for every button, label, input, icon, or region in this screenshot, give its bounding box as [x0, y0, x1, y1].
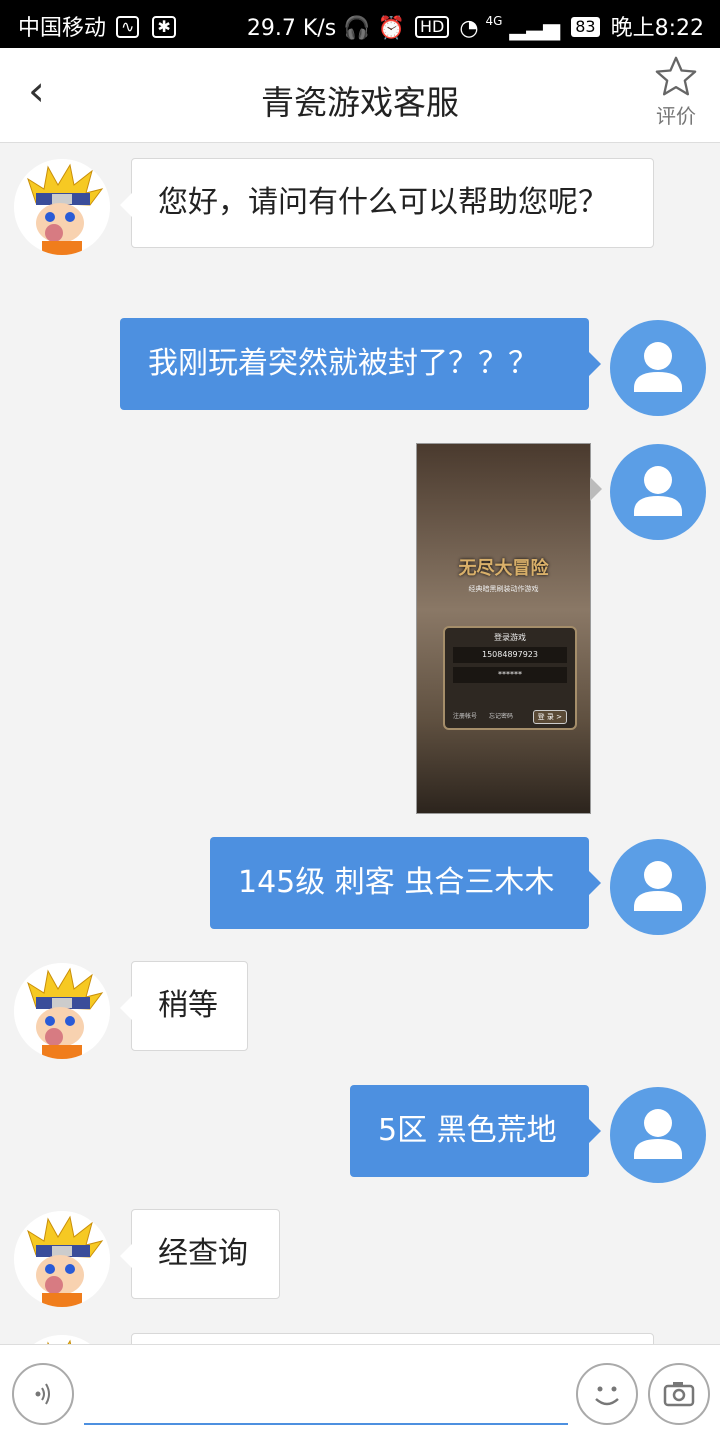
network-type: 4G [485, 14, 503, 28]
user-message: 我刚玩着突然就被封了？？？ [120, 318, 601, 410]
user-avatar [610, 839, 706, 935]
message-input[interactable] [84, 1369, 568, 1425]
user-silhouette-icon [634, 1109, 682, 1159]
password-field: ****** [453, 667, 567, 683]
agent-message: 经查询 [120, 1209, 280, 1299]
account-field: 15084897923 [453, 647, 567, 663]
image-message[interactable]: 无尽大冒险 经典暗黑刷装动作游戏 登录游戏 15084897923 ******… [416, 443, 591, 814]
agent-message-partial [131, 1333, 654, 1344]
message-text: 经查询 [158, 1236, 248, 1271]
user-message: 5区 黑色荒地 [350, 1085, 601, 1177]
activity-icon: ∿ [116, 16, 140, 38]
notification-icon: ✱ [152, 16, 176, 38]
signal-icon: ▂▃▅ [509, 16, 561, 41]
login-button: 登 录 > [532, 710, 567, 724]
page-title: 青瓷游戏客服 [261, 83, 459, 122]
naruto-avatar-icon [34, 1335, 90, 1344]
voice-icon [35, 1383, 50, 1405]
user-silhouette-icon [634, 861, 682, 911]
agent-avatar [14, 159, 110, 255]
user-avatar [610, 1087, 706, 1183]
naruto-avatar-icon [14, 159, 110, 255]
rate-label: 评价 [656, 104, 696, 128]
game-title: 无尽大冒险 [458, 558, 549, 579]
emoji-button[interactable] [576, 1363, 638, 1425]
hd-icon: HD [414, 16, 450, 38]
message-text: 145级 刺客 虫合三木木 [238, 865, 555, 900]
agent-avatar [14, 963, 110, 1059]
headphones-icon: 🎧 [343, 16, 371, 41]
wifi-icon: ◔ [459, 16, 479, 41]
smiley-icon [595, 1386, 619, 1406]
star-icon [655, 56, 697, 96]
alarm-icon: ⏰ [377, 16, 405, 41]
user-silhouette-icon [634, 466, 682, 516]
status-left: 中国移动 ∿ ✱ [18, 10, 179, 42]
camera-icon [663, 1382, 695, 1407]
user-avatar [610, 444, 706, 540]
login-panel: 登录游戏 15084897923 ****** 注册帐号 忘记密码 登 录 > [443, 626, 577, 730]
camera-button[interactable] [648, 1363, 710, 1425]
register-link: 注册帐号 [453, 713, 478, 720]
message-text: 5区 黑色荒地 [378, 1113, 557, 1148]
game-subtitle: 经典暗黑刷装动作游戏 [468, 585, 539, 593]
carrier-label: 中国移动 [18, 16, 107, 41]
agent-avatar [14, 1211, 110, 1307]
network-speed: 29.7 K/s [246, 16, 337, 41]
clock: 晚上8:22 [610, 16, 704, 41]
agent-message: 您好，请问有什么可以帮助您呢？ [120, 158, 654, 248]
naruto-avatar-icon [14, 1211, 110, 1307]
title-bar: ‹ 青瓷游戏客服 评价 [0, 48, 720, 143]
voice-button[interactable] [12, 1363, 74, 1425]
agent-message: 稍等 [120, 961, 248, 1051]
status-bar: 中国移动 ∿ ✱ 29.7 K/s 🎧 ⏰ HD ◔ 4G ▂▃▅ 83 晚上8… [0, 0, 720, 48]
message-text: 稍等 [158, 988, 218, 1023]
battery-icon: 83 [571, 17, 600, 37]
agent-avatar [14, 1335, 110, 1344]
message-text: 我刚玩着突然就被封了？？？ [148, 346, 538, 381]
user-message: 145级 刺客 虫合三木木 [210, 837, 601, 929]
chat-area[interactable]: 您好，请问有什么可以帮助您呢？ 我刚玩着突然就被封了？？？ 无尽大冒险 经典暗黑… [0, 143, 720, 1344]
input-bar [0, 1344, 720, 1441]
forgot-link: 忘记密码 [489, 713, 514, 720]
image-tail [590, 477, 602, 501]
rate-button[interactable]: 评价 [650, 54, 702, 129]
user-silhouette-icon [634, 342, 682, 392]
naruto-avatar-icon [14, 963, 110, 1059]
login-title: 登录游戏 [494, 633, 526, 642]
status-right: 29.7 K/s 🎧 ⏰ HD ◔ 4G ▂▃▅ 83 晚上8:22 [247, 10, 704, 42]
message-text: 您好，请问有什么可以帮助您呢？ [158, 185, 608, 220]
user-avatar [610, 320, 706, 416]
